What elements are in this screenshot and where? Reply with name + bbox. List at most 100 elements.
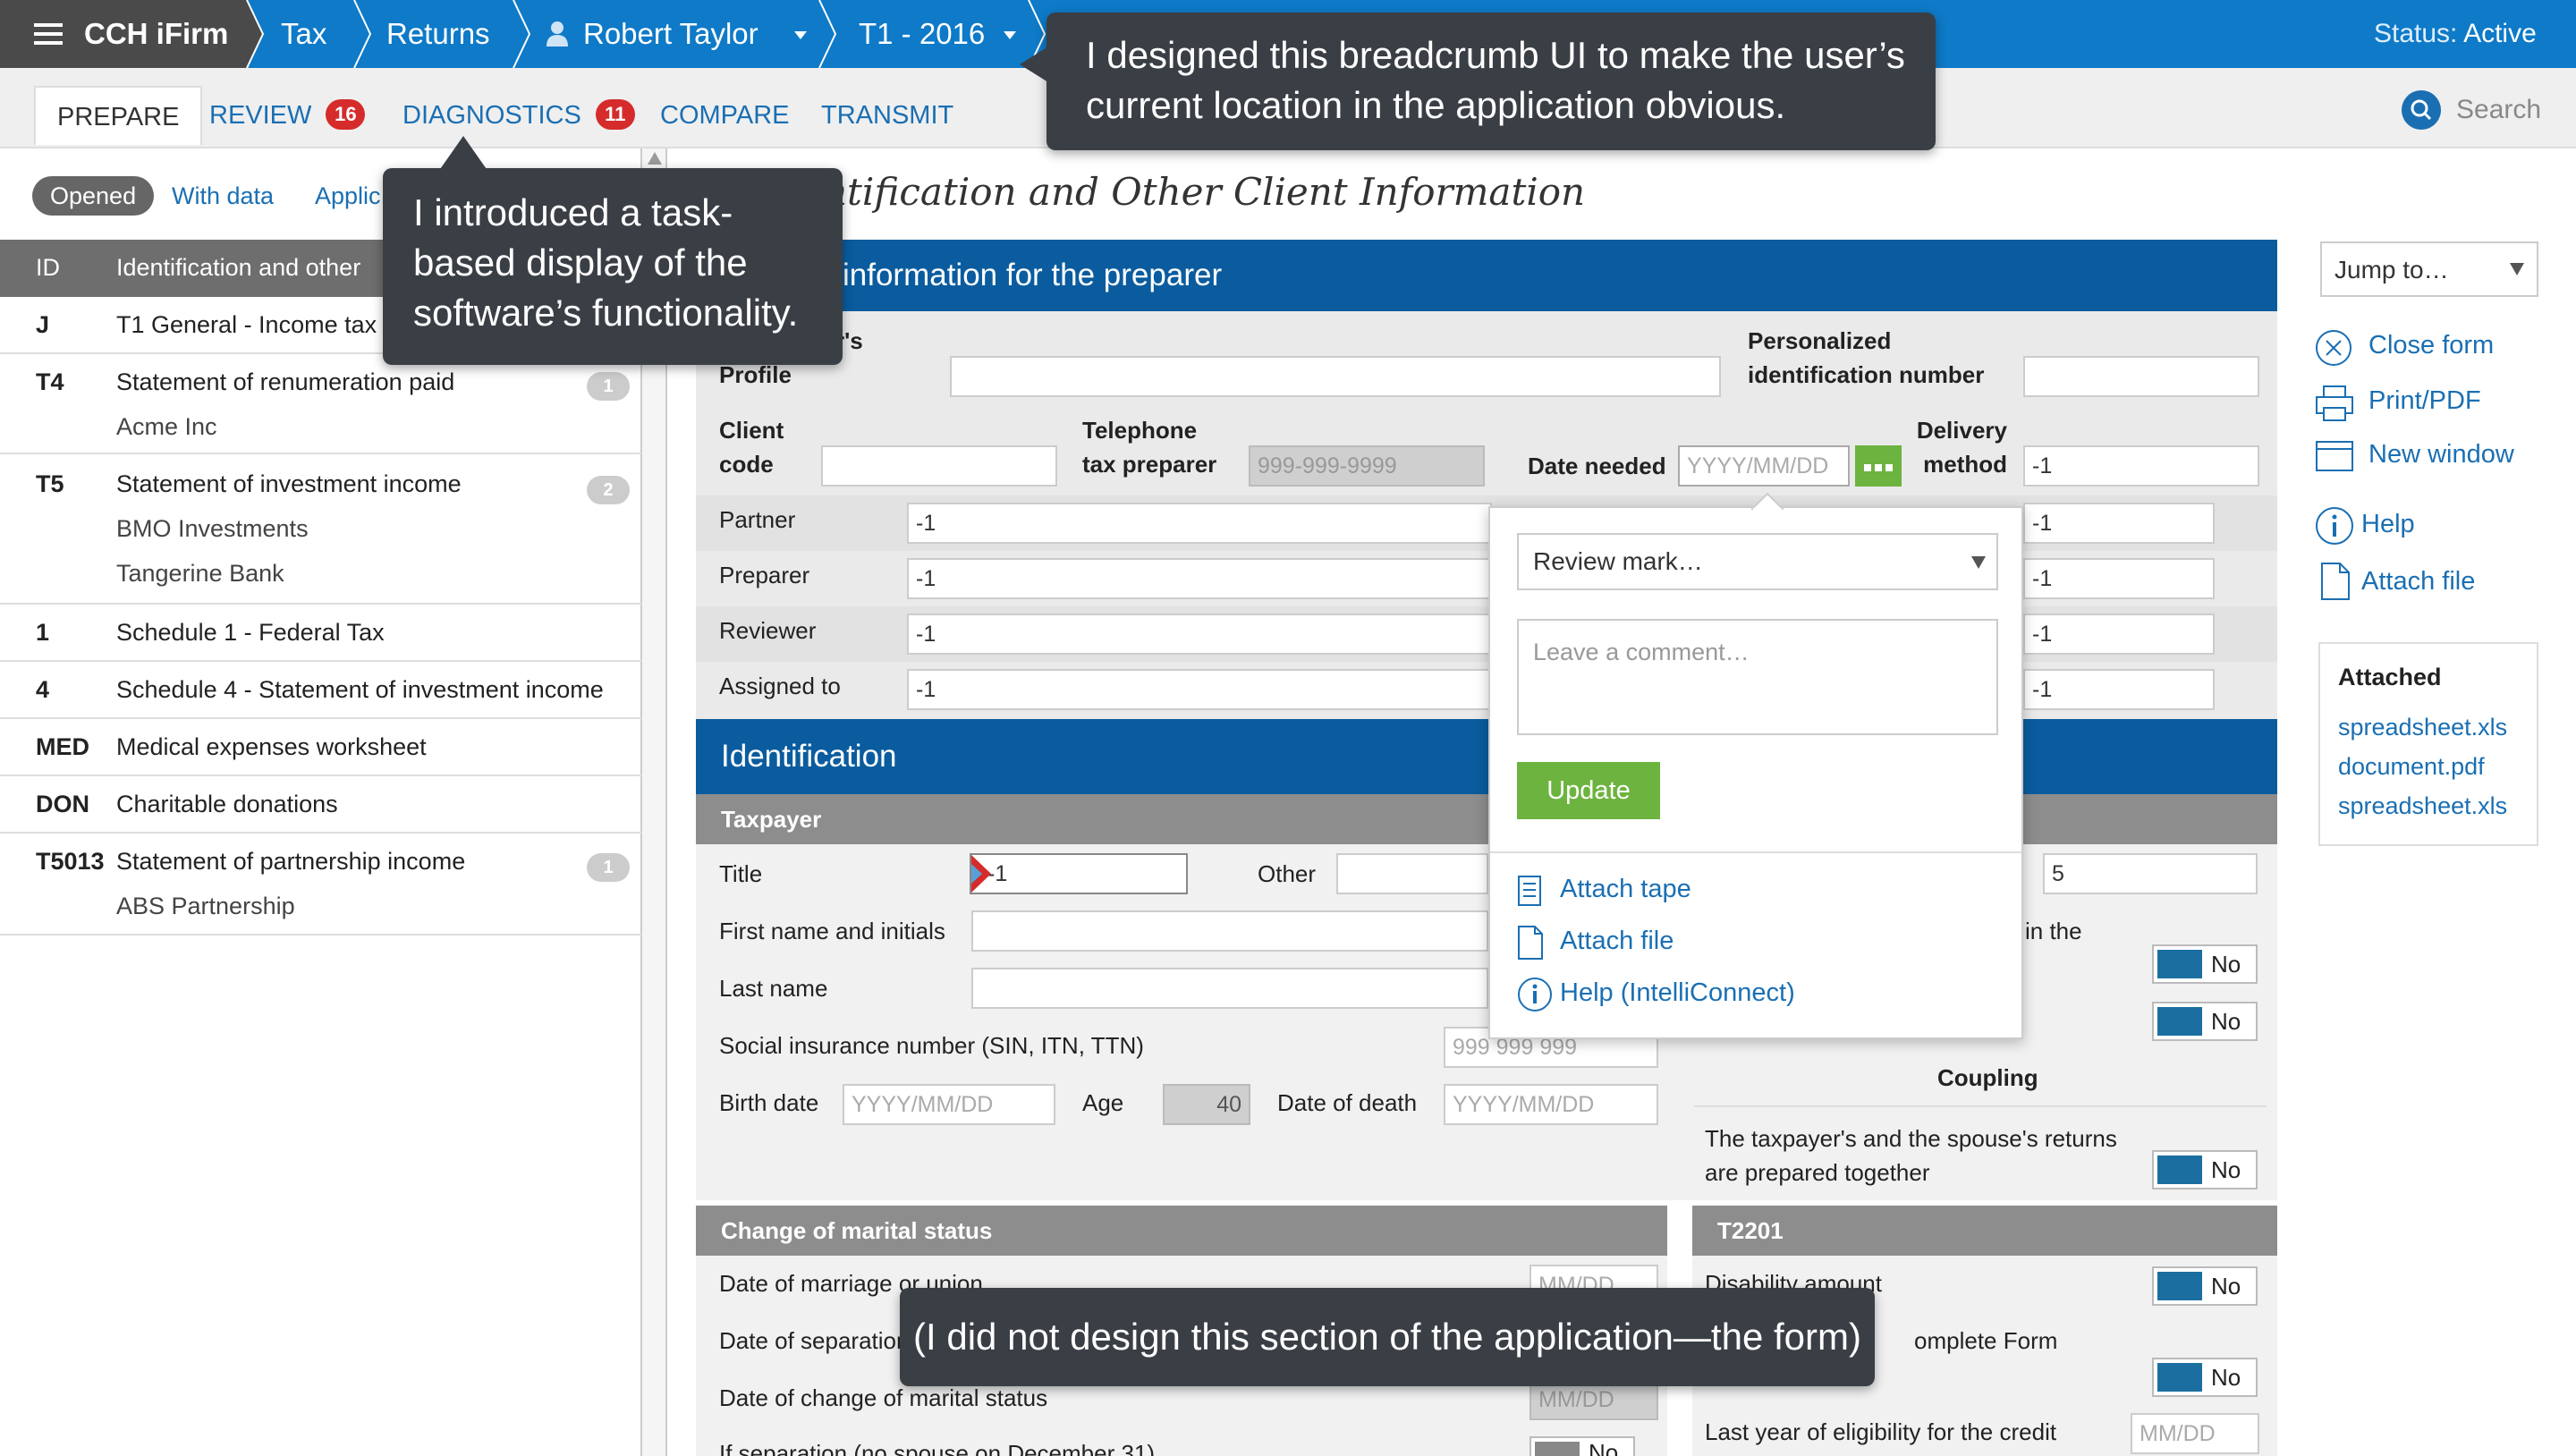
attached-panel: Attached spreadsheet.xls document.pdf sp… [2318,642,2538,846]
attached-file-link[interactable]: spreadsheet.xls [2338,792,2507,820]
list-item-code: 1 [36,619,50,646]
reviewer-right-input[interactable]: -1 [2023,614,2215,655]
breadcrumb-returns[interactable]: Returns [386,0,490,68]
list-item[interactable]: DON Charitable donations [0,776,642,834]
more-options-button[interactable] [1855,445,1902,487]
date-needed-input[interactable]: YYYY/MM/DD [1678,445,1850,487]
filter-opened[interactable]: Opened [32,176,155,216]
title-input[interactable]: -1 [970,853,1188,894]
attached-file-link[interactable]: document.pdf [2338,753,2485,781]
assigned-right-input[interactable]: -1 [2023,669,2215,710]
t2201-bar: T2201 [1692,1206,2277,1256]
tab-review[interactable]: REVIEW 16 [209,86,366,145]
partner-right-input[interactable]: -1 [2023,503,2215,544]
print-pdf-link[interactable]: Print/PDF [2315,383,2565,422]
right-number-input[interactable]: 5 [2043,853,2258,894]
list-item[interactable]: T5 Statement of investment income BMO In… [0,454,642,605]
list-item-code: MED [36,733,89,760]
coupling-text: The taxpayer's and the spouse's returns a… [1705,1122,2117,1189]
profile-input[interactable] [950,356,1721,397]
tab-label: REVIEW [209,101,312,130]
list-item[interactable]: 4 Schedule 4 - Statement of investment i… [0,662,642,719]
other-input[interactable] [1336,853,1488,894]
attach-file-link[interactable]: Attach file [1517,925,2000,961]
list-item-name: Schedule 4 - Statement of investment inc… [116,676,604,703]
tape-icon [1517,875,1542,911]
breadcrumb-tax[interactable]: Tax [281,0,326,68]
death-date-input[interactable]: YYYY/MM/DD [1444,1084,1658,1125]
pin-label-line: identification number [1748,361,1985,388]
telephone-line: Telephone [1082,417,1198,444]
list-item-name: Schedule 1 - Federal Tax [116,619,385,646]
attached-title: Attached [2338,664,2442,690]
delivery-input[interactable]: -1 [2023,445,2259,487]
partner-input[interactable]: -1 [907,503,1492,544]
list-item-sub: Tangerine Bank [116,560,284,587]
client-code-input[interactable] [821,445,1057,487]
print-pdf-label: Print/PDF [2368,386,2481,415]
flag-icon [971,855,991,897]
jump-to-select[interactable]: Jump to… [2320,241,2538,297]
attached-file-link[interactable]: spreadsheet.xls [2338,714,2507,741]
user-icon [546,20,569,51]
toggle-label: No [2211,1273,2241,1299]
toggle-no[interactable]: No [2152,1150,2258,1189]
chevron-down-icon[interactable] [1004,29,1016,45]
callout-pointer [438,134,488,184]
pin-input[interactable] [2023,356,2259,397]
last-year-input[interactable]: MM/DD [2131,1413,2259,1454]
list-item[interactable]: MED Medical expenses worksheet [0,719,642,776]
last-name-input[interactable] [971,968,1488,1009]
tab-prepare[interactable]: PREPARE [34,86,203,145]
list-item[interactable]: T5013 Statement of partnership income AB… [0,834,642,935]
preparer-input[interactable]: -1 [907,558,1492,599]
preparer-right-input[interactable]: -1 [2023,558,2215,599]
more-dots-icon [1864,461,1893,478]
review-mark-select[interactable]: Review mark… [1517,533,1998,590]
chevron-down-icon[interactable] [794,29,807,45]
new-window-link[interactable]: New window [2315,436,2565,476]
toggle-no[interactable]: No [2152,944,2258,984]
attach-file-label: Attach file [2361,567,2476,596]
tab-transmit[interactable]: TRANSMIT [821,86,953,145]
tab-compare[interactable]: COMPARE [660,86,789,145]
toggle-no[interactable]: No [2152,1002,2258,1041]
attach-file-link[interactable]: Attach file [2315,562,2565,605]
toggle-no[interactable]: No [2152,1266,2258,1306]
callout-line: software’s functionality. [413,292,799,334]
first-name-input[interactable] [971,910,1488,952]
coupling-divider [1694,1105,2267,1107]
list-item-name: Statement of investment income [116,470,462,497]
brand-name[interactable]: CCH iFirm [84,0,228,68]
birth-date-input[interactable]: YYYY/MM/DD [843,1084,1055,1125]
popup-divider [1490,851,2021,853]
breadcrumb-return-year[interactable]: T1 - 2016 [859,0,985,68]
tab-diagnostics[interactable]: DIAGNOSTICS 11 [402,86,635,145]
attach-tape-link[interactable]: Attach tape [1517,873,2000,909]
comment-textarea[interactable]: Leave a comment… [1517,619,1998,735]
delivery-line: method [1923,451,2007,478]
list-item[interactable]: T4 Statement of renumeration paid Acme I… [0,354,642,454]
callout-pointer [1020,45,1048,95]
toggle-no[interactable]: No [1530,1436,1635,1456]
taxpayer-bar: Taxpayer [696,794,2277,844]
update-button[interactable]: Update [1517,762,1660,819]
close-form-link[interactable]: Close form [2315,327,2565,367]
list-item[interactable]: 1 Schedule 1 - Federal Tax [0,605,642,662]
reviewer-input[interactable]: -1 [907,614,1492,655]
if-separation-label: If separation (no spouse on December 31) [719,1440,1156,1456]
scroll-up-icon[interactable] [648,152,662,169]
help-link[interactable]: Help (IntelliConnect) [1517,977,2000,1012]
assigned-input[interactable]: -1 [907,669,1492,710]
breadcrumb-client[interactable]: Robert Taylor [583,0,758,68]
list-item-code: T5013 [36,848,105,875]
help-link[interactable]: Help [2315,506,2565,546]
breadcrumb-separator-icon [818,0,837,68]
client-code-label: Client code [719,413,784,481]
menu-icon[interactable] [34,21,63,47]
list-item-name: Charitable donations [116,791,338,817]
in-the-label: in the [2025,918,2082,944]
toggle-no[interactable]: No [2152,1358,2258,1397]
filter-with-data[interactable]: With data [154,176,292,216]
tab-label: DIAGNOSTICS [402,101,581,130]
